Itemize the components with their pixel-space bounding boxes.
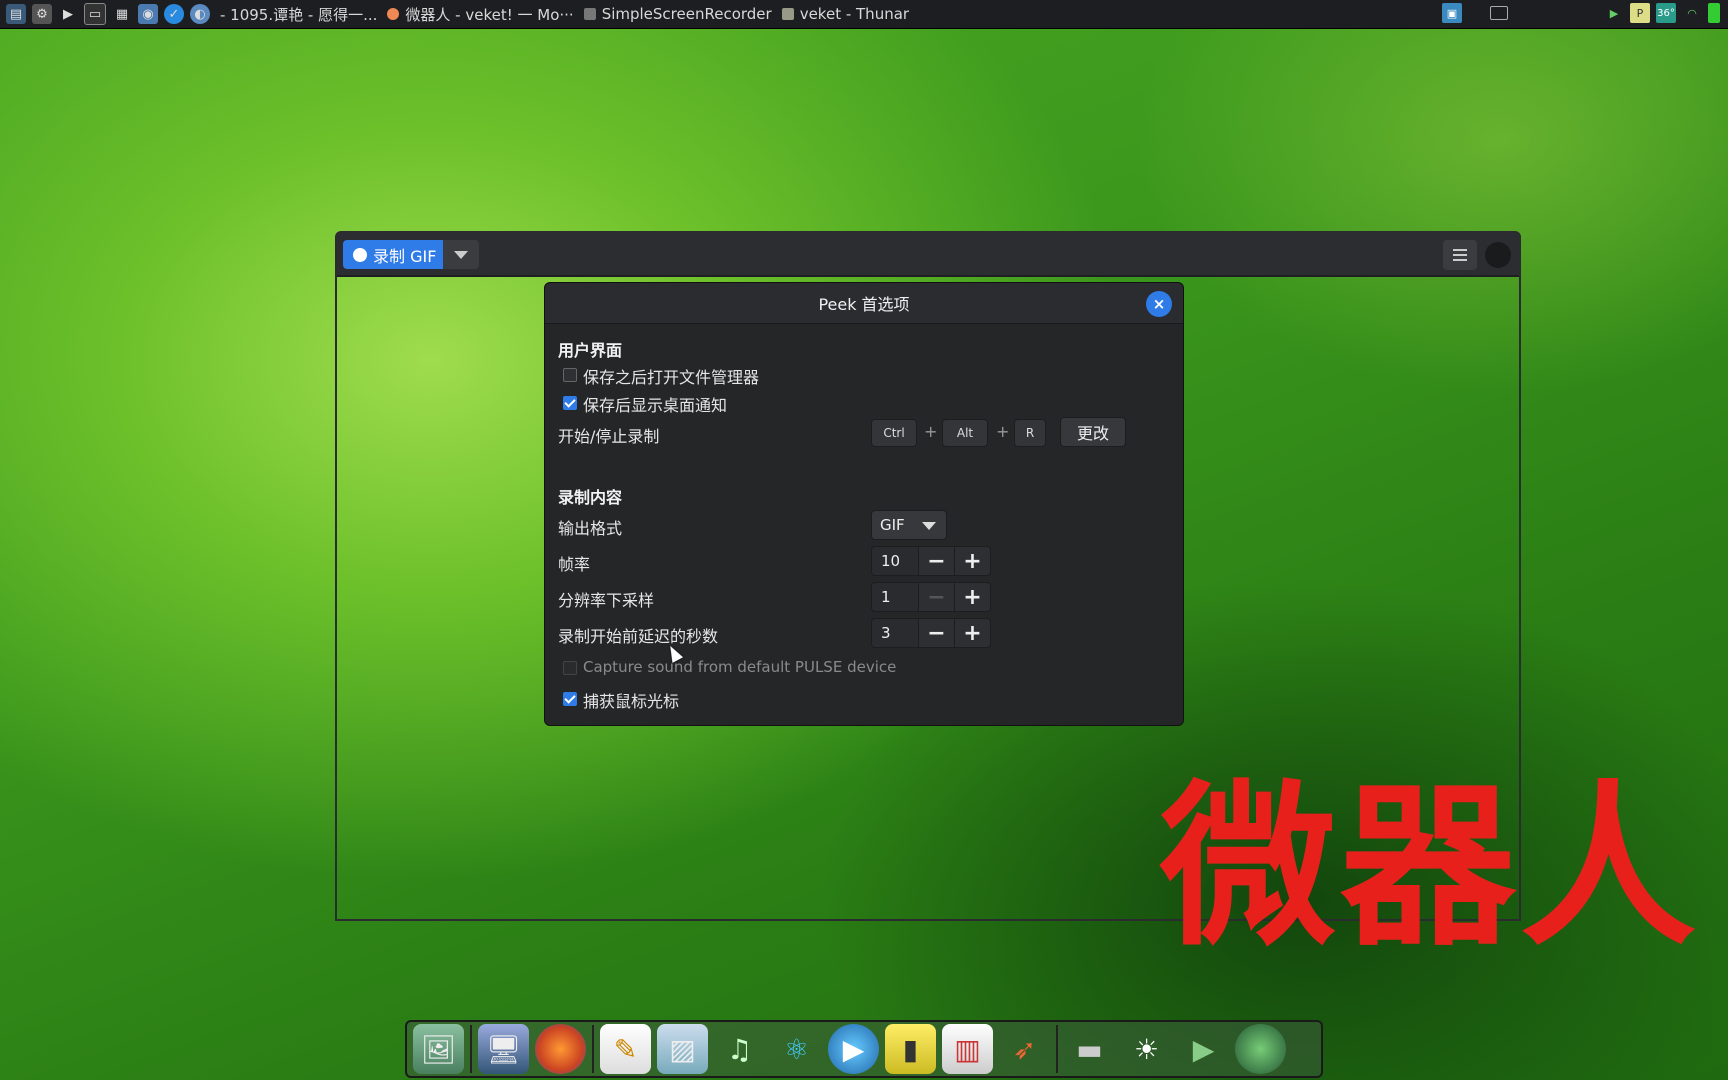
chevron-down-icon	[454, 250, 468, 259]
dock-separator	[592, 1025, 594, 1073]
preferences-dialog: Peek 首选项 × 用户界面 保存之后打开文件管理器 保存后显示桌面通知 开始…	[544, 282, 1184, 726]
key-alt: Alt	[942, 419, 988, 447]
menu-button[interactable]	[1443, 240, 1477, 270]
printer-icon[interactable]: ▦	[112, 4, 132, 24]
system-monitor-icon[interactable]: ▤	[6, 4, 26, 24]
capture-sound-label: Capture sound from default PULSE device	[583, 658, 897, 676]
media-player-icon[interactable]: ▶	[828, 1024, 879, 1074]
watermark-text: 微器人	[1160, 765, 1701, 970]
hamburger-icon	[1453, 254, 1467, 256]
play-icon[interactable]: ▶	[1178, 1024, 1229, 1074]
system-tray: ▣ ▶ P 36° ◠	[1442, 3, 1720, 23]
key-r: R	[1014, 419, 1046, 447]
dialog-title: Peek 首选项	[545, 283, 1183, 324]
monitor-icon[interactable]: 🖥	[478, 1024, 529, 1074]
screenshot-icon[interactable]: ◉	[138, 4, 158, 24]
battery-icon[interactable]	[1708, 3, 1720, 23]
image-viewer-icon[interactable]: ▨	[657, 1024, 708, 1074]
globe-icon[interactable]	[1235, 1024, 1286, 1074]
hamburger-icon	[1453, 249, 1467, 251]
chart-icon[interactable]: ▥	[942, 1024, 993, 1074]
framerate-input[interactable]: 10	[871, 546, 919, 576]
hotkey-label: 开始/停止录制	[558, 427, 660, 446]
peek-header-bar: 录制 GIF	[337, 233, 1519, 277]
temperature-badge: 36°	[1656, 3, 1676, 23]
parking-icon[interactable]: P	[1630, 3, 1650, 23]
framerate-label: 帧率	[558, 555, 591, 574]
desktop-switch-icon[interactable]: ▣	[1442, 3, 1462, 23]
window-icon	[583, 8, 596, 20]
music-icon[interactable]: ♫	[714, 1024, 765, 1074]
dock-separator	[1056, 1025, 1058, 1073]
delay-stepper: 3 − +	[871, 618, 991, 648]
play-tray-icon[interactable]: ▶	[1604, 3, 1624, 23]
brightness-icon[interactable]: ☀	[1121, 1024, 1172, 1074]
top-taskbar: ▤ ⚙ ▶ ▭ ▦ ◉ ✓ ◐ - 1095.谭艳 - 愿得一... 微器人 -…	[0, 0, 1728, 29]
open-file-manager-checkbox[interactable]	[563, 368, 577, 382]
taskbar-task-music[interactable]: - 1095.谭艳 - 愿得一...	[220, 4, 377, 25]
terminal-icon[interactable]: ▭	[84, 3, 106, 25]
task-label: - 1095.谭艳 - 愿得一...	[220, 5, 378, 24]
open-file-manager-label: 保存之后打开文件管理器	[583, 368, 760, 387]
framerate-increment-button[interactable]: +	[955, 546, 991, 576]
browser-icon[interactable]	[535, 1024, 586, 1074]
framerate-decrement-button[interactable]: −	[919, 546, 955, 576]
delay-label: 录制开始前延迟的秒数	[558, 627, 719, 646]
taskbar-task-recorder[interactable]: SimpleScreenRecorder	[583, 5, 772, 23]
dock-separator	[470, 1025, 472, 1073]
plus-separator: +	[924, 422, 938, 441]
record-dot-icon	[353, 247, 367, 262]
capture-sound-checkbox[interactable]	[563, 661, 577, 675]
downsample-label: 分辨率下采样	[558, 591, 655, 610]
capture-cursor-checkbox[interactable]	[563, 692, 577, 706]
drive-icon[interactable]: ▬	[1064, 1024, 1115, 1074]
bottom-dock: 🖼 🖥 ✎ ▨ ♫ ⚛ ▶ ▮ ▥ ➶ ▬ ☀ ▶	[405, 1020, 1323, 1078]
wifi-icon[interactable]: ◠	[1682, 3, 1702, 23]
launcher-icon[interactable]: ➶	[999, 1024, 1050, 1074]
play-icon[interactable]: ▶	[58, 4, 78, 24]
delay-increment-button[interactable]: +	[955, 618, 991, 648]
window-list-icon[interactable]	[1490, 6, 1508, 20]
change-hotkey-button[interactable]: 更改	[1060, 417, 1126, 447]
notepad-icon[interactable]: ✎	[600, 1024, 651, 1074]
plus-separator: +	[996, 422, 1010, 441]
format-select[interactable]: GIF	[871, 510, 947, 540]
record-gif-button[interactable]: 录制 GIF	[343, 240, 443, 269]
framerate-stepper: 10 − +	[871, 546, 991, 576]
check-icon[interactable]: ✓	[164, 4, 184, 24]
network-icon[interactable]: ◐	[190, 4, 210, 24]
desktop-notification-checkbox[interactable]	[563, 396, 577, 410]
format-value: GIF	[880, 516, 905, 534]
delay-decrement-button[interactable]: −	[919, 618, 955, 648]
task-label: veket - Thunar	[799, 5, 910, 23]
downsample-decrement-button[interactable]: −	[919, 582, 955, 612]
task-label: SimpleScreenRecorder	[601, 5, 772, 23]
record-label: 录制 GIF	[373, 246, 437, 266]
desktop-icon[interactable]: 🖼	[413, 1024, 464, 1074]
taskbar-task-browser[interactable]: 微器人 - veket! 一 Mo···	[387, 4, 574, 25]
dialog-close-button[interactable]: ×	[1146, 291, 1172, 317]
downsample-input[interactable]: 1	[871, 582, 919, 612]
chevron-down-icon	[922, 522, 936, 530]
firefox-icon	[387, 8, 400, 20]
hamburger-icon	[1453, 259, 1467, 261]
content-section-heading: 录制内容	[558, 488, 623, 507]
downsample-stepper: 1 − +	[871, 582, 991, 612]
task-label: 微器人 - veket! 一 Mo···	[405, 5, 574, 24]
delay-input[interactable]: 3	[871, 618, 919, 648]
downsample-increment-button[interactable]: +	[955, 582, 991, 612]
taskbar-task-thunar[interactable]: veket - Thunar	[781, 5, 910, 23]
folder-icon	[781, 8, 794, 20]
format-label: 输出格式	[558, 519, 623, 538]
key-ctrl: Ctrl	[871, 419, 917, 447]
atom-icon[interactable]: ⚛	[771, 1024, 822, 1074]
format-dropdown-button[interactable]	[443, 240, 479, 269]
ui-section-heading: 用户界面	[558, 341, 623, 360]
file-manager-icon[interactable]: ▮	[885, 1024, 936, 1074]
window-close-button[interactable]	[1485, 242, 1511, 268]
settings-icon[interactable]: ⚙	[32, 4, 52, 24]
close-icon: ×	[1152, 295, 1166, 313]
desktop-notification-label: 保存后显示桌面通知	[583, 396, 728, 415]
capture-cursor-label: 捕获鼠标光标	[583, 692, 680, 711]
